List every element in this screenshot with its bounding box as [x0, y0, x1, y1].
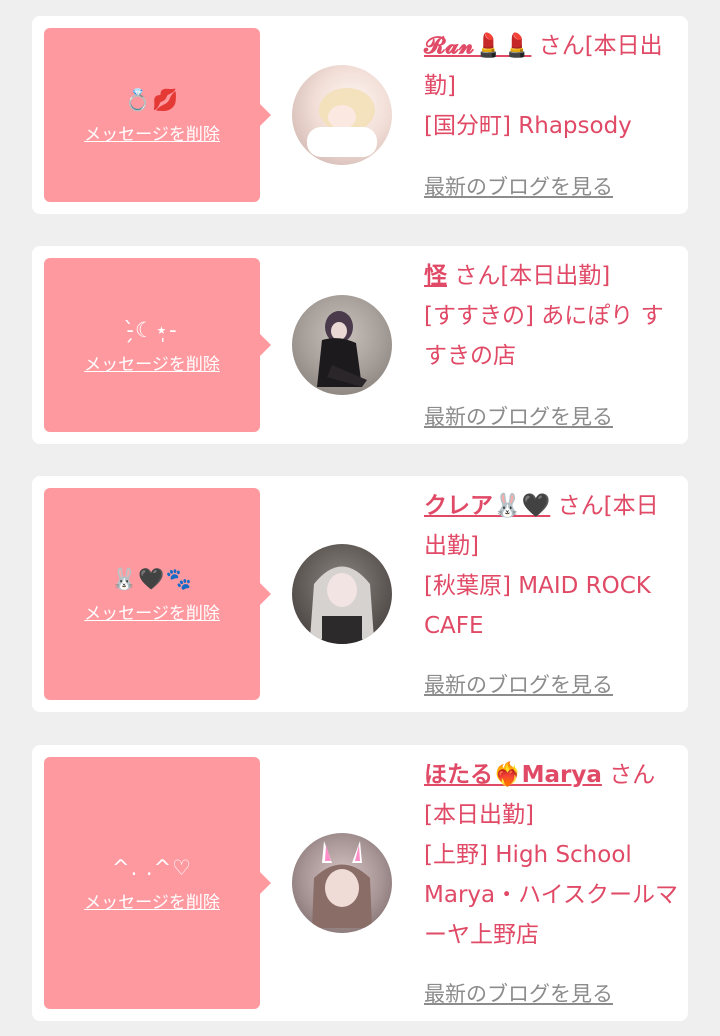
work-status: [本日出勤]: [424, 802, 534, 828]
shop-area: [秋葉原]: [424, 573, 511, 599]
san-suffix: さん: [454, 263, 501, 289]
avatar[interactable]: [292, 65, 392, 165]
message-stamp: 💍💋: [124, 87, 180, 112]
delete-message-link[interactable]: メッセージを削除: [84, 120, 220, 145]
shop-area: [国分町]: [424, 113, 511, 139]
message-info: クレア🐰🖤 さん[本日出勤] [秋葉原] MAID ROCK CAFE: [424, 486, 680, 646]
delete-message-link[interactable]: メッセージを削除: [84, 599, 220, 624]
delete-message-link[interactable]: メッセージを削除: [84, 350, 220, 375]
view-latest-blog-link[interactable]: 最新のブログを見る: [424, 978, 613, 1008]
message-stamp: ^. .^♡: [111, 855, 193, 880]
avatar[interactable]: [292, 833, 392, 933]
work-status: [本日出勤]: [500, 263, 611, 289]
sender-name-link[interactable]: クレア🐰🖤: [424, 493, 550, 519]
message-bubble: 🐰🖤🐾 メッセージを削除: [44, 488, 271, 700]
view-latest-blog-link[interactable]: 最新のブログを見る: [424, 401, 613, 431]
view-latest-blog-link[interactable]: 最新のブログを見る: [424, 669, 613, 699]
message-card: 🐰🖤🐾 メッセージを削除 クレア🐰🖤 さん[本日出勤] [秋葉原] MAID R…: [32, 476, 688, 712]
message-info: 𝓡𝓪𝓷💄💄 さん[本日出勤] [国分町] Rhapsody: [424, 26, 680, 146]
message-info: ほたる❤️‍🔥Marya さん[本日出勤] [上野] High School M…: [424, 755, 680, 955]
message-bubble: 💍💋 メッセージを削除: [44, 28, 271, 202]
shop-area: [上野]: [424, 842, 488, 868]
message-card: 💍💋 メッセージを削除 𝓡𝓪𝓷💄💄 さん[本日出勤] [国分町] Rhapsod…: [32, 16, 688, 214]
san-suffix: さん: [538, 33, 585, 59]
shop-area: [すすきの]: [424, 303, 534, 329]
message-info: 怪 さん[本日出勤] [すすきの] あにぽり すすきの店: [424, 256, 680, 376]
san-suffix: さん: [609, 762, 656, 788]
message-bubble: ^. .^♡ メッセージを削除: [44, 757, 271, 1009]
shop-name: Rhapsody: [518, 113, 632, 139]
view-latest-blog-link[interactable]: 最新のブログを見る: [424, 171, 613, 201]
avatar[interactable]: [292, 544, 392, 644]
message-stamp: 🐰🖤🐾: [111, 566, 193, 591]
message-card: -̗̀☾⋆̩- メッセージを削除 怪 さん[本日出勤] [すすきの] あにぽり …: [32, 246, 688, 444]
avatar[interactable]: [292, 295, 392, 395]
message-bubble: -̗̀☾⋆̩- メッセージを削除: [44, 258, 271, 432]
message-stamp: -̗̀☾⋆̩-: [126, 317, 178, 342]
san-suffix: さん: [557, 493, 604, 519]
delete-message-link[interactable]: メッセージを削除: [84, 888, 220, 913]
sender-name-link[interactable]: 怪: [424, 263, 447, 289]
sender-name-link[interactable]: 𝓡𝓪𝓷💄💄: [424, 33, 531, 59]
message-card: ^. .^♡ メッセージを削除 ほたる❤️‍🔥Marya さん [本日出勤] [上…: [32, 745, 688, 1021]
sender-name-link[interactable]: ほたる❤️‍🔥Marya: [424, 762, 602, 788]
